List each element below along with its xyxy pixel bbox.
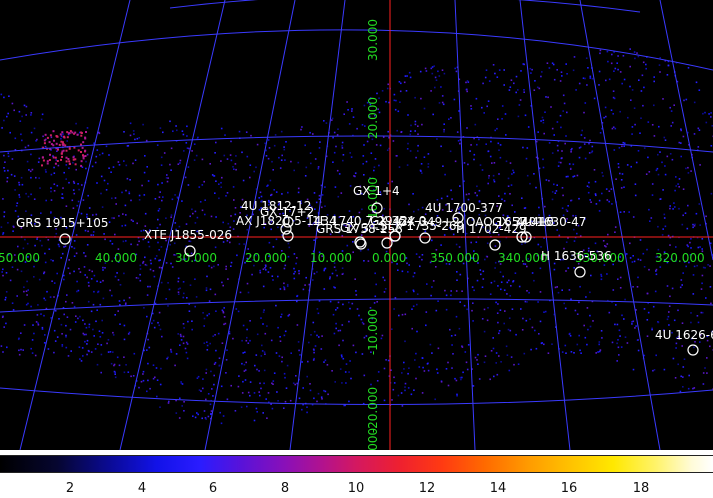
source-label: H 1702-429 [456, 222, 527, 236]
longitude-label: 40.000 [95, 251, 137, 265]
longitude-label: 350.000 [430, 251, 480, 265]
longitude-label: 30.000 [175, 251, 217, 265]
source-label: GX 1+4 [353, 184, 400, 198]
grid-longitude-line [579, 0, 661, 451]
colorbar-tick-label: 10 [347, 481, 365, 496]
grid-latitude-line [0, 29, 713, 71]
source-label: GX 349+2 [398, 215, 460, 229]
source-circle[interactable] [419, 232, 431, 244]
source-marker[interactable]: GRS 1915+105 [16, 216, 109, 245]
grid-latitude-line [0, 387, 713, 406]
latitude-label: 20.000 [366, 97, 380, 139]
colorbar[interactable] [0, 455, 713, 473]
grid-longitude-line [119, 0, 226, 451]
longitude-label: 0.000 [372, 251, 406, 265]
longitude-label: 20.000 [245, 251, 287, 265]
sky-image-canvas[interactable]: 50.000 40.000 30.000 20.000 10.000 0.000 350.0… [0, 0, 713, 462]
latitude-label: 0.000 [366, 428, 380, 450]
source-label: GRS 1915+105 [16, 216, 109, 230]
sky-map-svg: 50.000 40.000 30.000 20.000 10.000 0.000 350.0… [0, 0, 713, 462]
latitude-label: -20.000 [366, 387, 380, 433]
ds9-image-view: 50.000 40.000 30.000 20.000 10.000 0.000 350.0… [0, 0, 713, 498]
colorbar-tick-label: 16 [560, 481, 578, 496]
photon-count-map [0, 48, 713, 425]
source-circle[interactable] [574, 266, 586, 278]
source-label: 4U 1626-67 [655, 328, 713, 342]
source-circle[interactable] [687, 344, 699, 356]
colorbar-tick-label: 14 [489, 481, 507, 496]
source-marker[interactable]: 4U 1626-67 [655, 328, 713, 356]
source-circle[interactable] [282, 230, 294, 242]
source-label: H 1636-536 [541, 249, 612, 263]
longitude-label: 50.000 [0, 251, 40, 265]
colorbar-tick-label: 2 [65, 481, 75, 496]
source-circle[interactable] [489, 239, 501, 251]
grid-latitude-line [169, 0, 641, 13]
latitude-label: 30.000 [366, 19, 380, 61]
colorbar-tick-label: 6 [208, 481, 218, 496]
grid-latitude-line [0, 298, 713, 313]
latitude-label: -10.000 [366, 309, 380, 355]
colorbar-tick-label: 18 [632, 481, 650, 496]
source-label: 4U 1700-377 [425, 201, 503, 215]
source-label: XTE J1855-026 [144, 228, 232, 242]
colorbar-tick-label: 12 [418, 481, 436, 496]
colorbar-tick-label: 8 [280, 481, 290, 496]
source-markers: GRS 1915+105XTE J1855-0264U 1812-12GX 17… [16, 184, 713, 356]
longitude-label: 10.000 [310, 251, 352, 265]
longitude-label: 320.000 [655, 251, 705, 265]
grid-longitude-line [659, 0, 713, 261]
source-circle[interactable] [59, 233, 71, 245]
colorbar-tick-label: 4 [137, 481, 147, 496]
